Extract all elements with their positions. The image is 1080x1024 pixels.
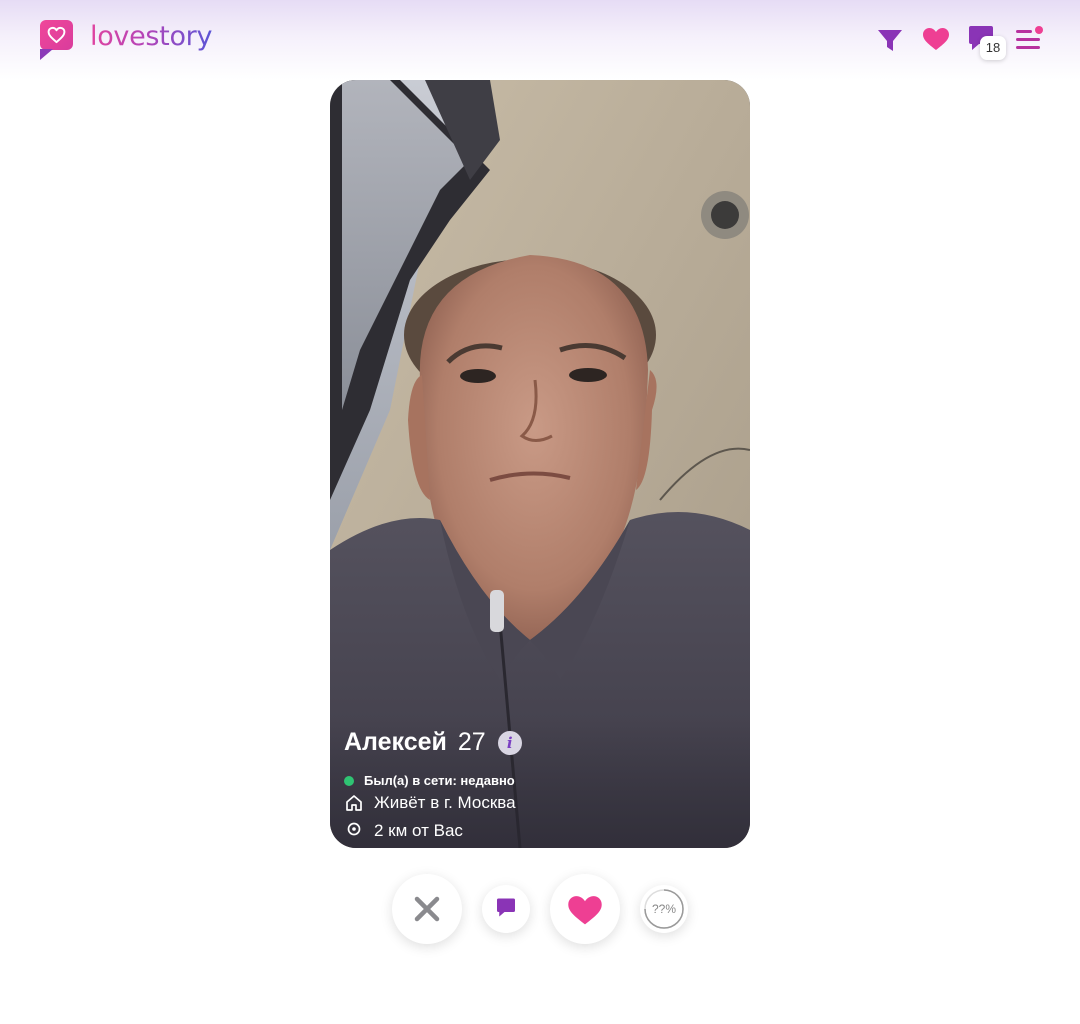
- chat-icon: [497, 898, 515, 917]
- logo[interactable]: lovestory: [40, 20, 212, 60]
- home-icon: [346, 795, 362, 811]
- top-header: lovestory 18: [0, 0, 1080, 80]
- send-message-button[interactable]: [482, 885, 530, 933]
- distance-row: 2 км от Вас: [344, 821, 463, 841]
- city-row: Живёт в г. Москва: [344, 793, 516, 813]
- match-percent-button[interactable]: ??%: [640, 885, 688, 933]
- filter-icon: [878, 30, 902, 51]
- location-pin-icon: [347, 822, 361, 836]
- messages-count-badge: 18: [980, 36, 1006, 60]
- heart-icon: [568, 896, 602, 925]
- name-row: Алексей 27 i: [344, 728, 522, 757]
- online-status-text: Был(а) в сети: недавно: [364, 773, 515, 788]
- online-status: Был(а) в сети: недавно: [344, 773, 515, 788]
- profile-age: 27: [457, 728, 486, 756]
- city-text: Живёт в г. Москва: [374, 793, 516, 812]
- notification-dot: [1035, 26, 1043, 34]
- match-percent-text: ??%: [651, 902, 677, 916]
- online-status-dot: [344, 775, 354, 786]
- profile-info: Алексей 27 i Был(а) в сети: недавно Живё…: [330, 718, 750, 848]
- distance-text: 2 км от Вас: [374, 821, 463, 840]
- dislike-button[interactable]: [392, 874, 462, 944]
- info-icon[interactable]: i: [497, 730, 522, 755]
- heart-logo-icon: [40, 20, 73, 60]
- profile-card[interactable]: Алексей 27 i Был(а) в сети: недавно Живё…: [330, 80, 750, 848]
- filter-button[interactable]: [876, 24, 904, 56]
- heart-icon: [923, 28, 949, 50]
- messages-button[interactable]: 18: [967, 24, 1007, 60]
- logo-text: lovestory: [90, 21, 213, 52]
- likes-button[interactable]: [921, 24, 951, 56]
- close-icon: [414, 896, 440, 922]
- like-button[interactable]: [550, 874, 620, 944]
- profile-name: Алексей: [344, 728, 447, 756]
- menu-button[interactable]: [1014, 24, 1044, 56]
